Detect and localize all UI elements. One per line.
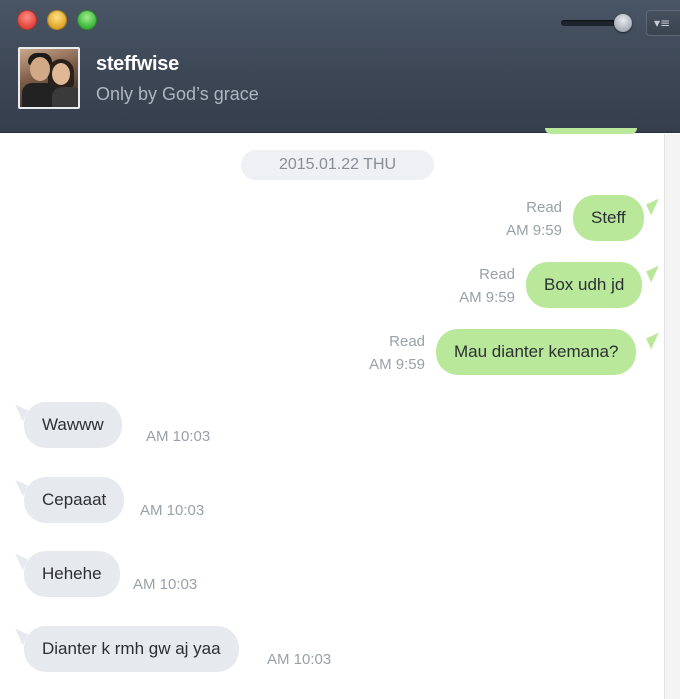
message-timestamp: AM 9:59 — [369, 356, 425, 373]
incoming-message[interactable]: Wawww — [24, 402, 122, 448]
contact-name[interactable]: steffwise — [96, 53, 179, 76]
outgoing-message[interactable]: Box udh jd — [526, 262, 643, 308]
date-separator: 2015.01.22 THU — [241, 150, 434, 180]
incoming-message[interactable]: Hehehe — [24, 551, 120, 597]
incoming-message[interactable]: Dianter k rmh gw aj yaa — [24, 626, 239, 672]
read-receipt: Read — [389, 333, 425, 350]
message-timestamp: AM 9:59 — [459, 289, 515, 306]
message-timestamp: AM 10:03 — [133, 576, 198, 593]
chat-scrollbar[interactable] — [664, 134, 680, 699]
minimize-window-button[interactable] — [48, 11, 66, 29]
previous-message-bubble — [545, 128, 637, 134]
avatar-photo-part — [52, 87, 78, 107]
menu-icon: ▾≡ — [654, 16, 671, 30]
message-timestamp: AM 10:03 — [146, 428, 211, 445]
window-header: ▾≡ steffwise Only by God’s grace — [0, 0, 680, 133]
message-timestamp: AM 10:03 — [140, 502, 205, 519]
avatar-photo-part — [30, 57, 50, 81]
outgoing-message[interactable]: Steff — [573, 195, 644, 241]
outgoing-message[interactable]: Mau dianter kemana? — [436, 329, 637, 375]
transparency-slider-knob[interactable] — [614, 14, 632, 32]
avatar-photo-part — [22, 83, 56, 107]
maximize-window-button[interactable] — [78, 11, 96, 29]
message-timestamp: AM 9:59 — [506, 222, 562, 239]
contact-avatar[interactable] — [18, 47, 80, 109]
read-receipt: Read — [479, 266, 515, 283]
close-window-button[interactable] — [18, 11, 36, 29]
menu-button[interactable]: ▾≡ — [646, 10, 680, 36]
incoming-message[interactable]: Cepaaat — [24, 477, 125, 523]
contact-status-message: Only by God’s grace — [96, 84, 259, 104]
read-receipt: Read — [526, 199, 562, 216]
avatar-photo-part — [52, 63, 70, 85]
message-timestamp: AM 10:03 — [267, 651, 332, 668]
